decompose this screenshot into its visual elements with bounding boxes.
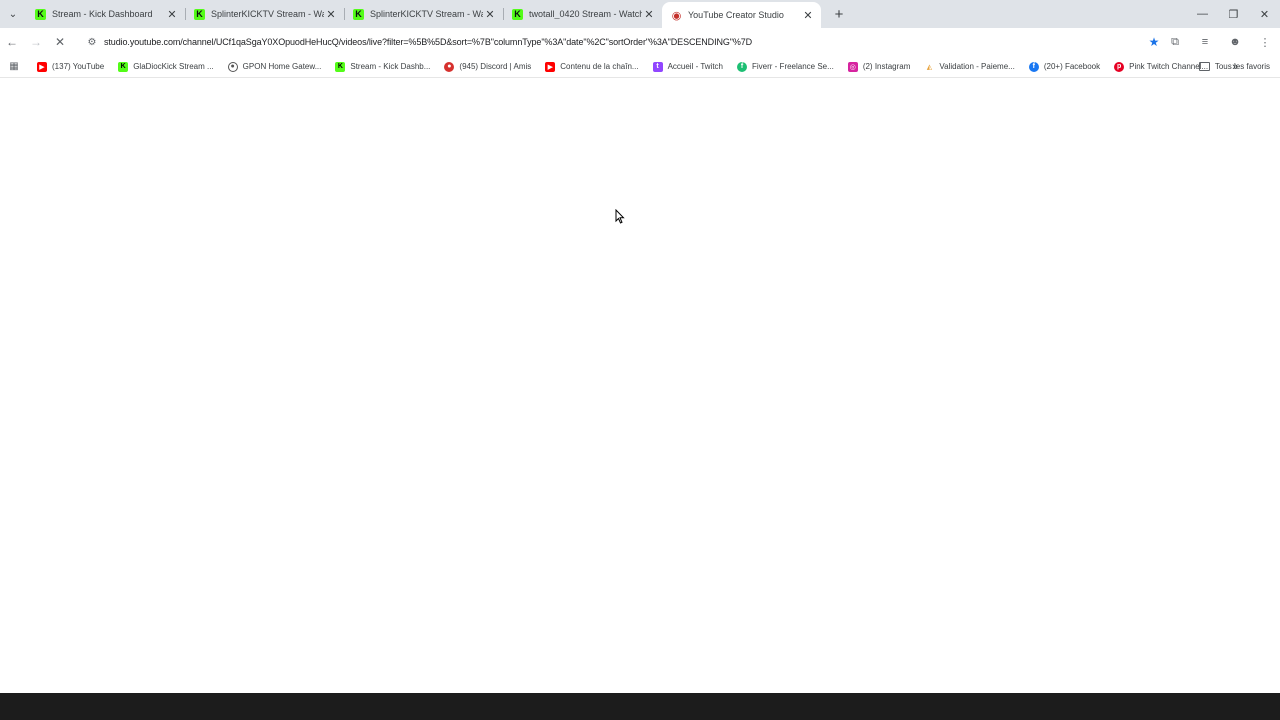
twitch-icon: t	[652, 61, 663, 72]
bookmark-fiverr[interactable]: f Fiverr - Freelance Se...	[728, 61, 839, 72]
bookmark-label: GlaDiocKick Stream ...	[133, 62, 214, 71]
close-icon[interactable]: ✕	[801, 9, 815, 22]
tab-title: SplinterKICKTV Stream - Watch	[211, 9, 324, 19]
globe-icon: ●	[227, 61, 238, 72]
tab-splinterkicktv-1[interactable]: K SplinterKICKTV Stream - Watch ✕	[185, 0, 344, 28]
profile-icon[interactable]: ☻	[1220, 36, 1250, 48]
bookmark-label: Pink Twitch Channel...	[1129, 62, 1209, 71]
page-content-loading	[0, 79, 1280, 693]
discord-icon: ●	[444, 61, 455, 72]
bookmark-label: Validation - Paieme...	[939, 62, 1015, 71]
bookmark-instagram[interactable]: ◎ (2) Instagram	[839, 61, 916, 72]
extensions-icon[interactable]: ⧉	[1160, 36, 1190, 49]
kick-icon: K	[512, 8, 523, 20]
bookmark-twitch[interactable]: t Accueil - Twitch	[644, 61, 728, 72]
apps-icon[interactable]: ▦	[0, 61, 28, 72]
bookmark-label: Fiverr - Freelance Se...	[752, 62, 834, 71]
bookmarks-bar: ▦ ▶ (137) YouTube K GlaDiocKick Stream .…	[0, 56, 1280, 78]
tab-twotall[interactable]: K twotall_0420 Stream - Watch Li ✕	[503, 0, 662, 28]
fiverr-icon: f	[737, 61, 747, 72]
tab-title: Stream - Kick Dashboard	[52, 9, 153, 19]
kick-icon: K	[353, 8, 364, 20]
tab-title: twotall_0420 Stream - Watch Li	[529, 9, 642, 19]
folder-icon	[1198, 62, 1210, 71]
validation-icon: ◭	[924, 61, 935, 72]
site-info-icon[interactable]: ⚙	[80, 37, 104, 48]
close-icon[interactable]: ✕	[324, 8, 338, 21]
mouse-cursor-icon	[615, 209, 625, 224]
bookmark-discord[interactable]: ● (945) Discord | Amis	[435, 61, 536, 72]
bookmark-label: (20+) Facebook	[1043, 62, 1101, 71]
restore-icon[interactable]: ❐	[1218, 0, 1249, 28]
tab-kick-dashboard[interactable]: K Stream - Kick Dashboard ✕	[26, 0, 185, 28]
tab-title: YouTube Creator Studio	[688, 10, 784, 20]
window-controls: — ❐ ✕	[1187, 0, 1280, 28]
bookmark-pink-twitch[interactable]: p Pink Twitch Channel...	[1105, 61, 1213, 72]
close-icon[interactable]: ✕	[483, 8, 497, 21]
bookmark-kick-dashboard[interactable]: K Stream - Kick Dashb...	[326, 61, 435, 72]
minimize-icon[interactable]: —	[1187, 0, 1218, 28]
bookmark-label: (137) YouTube	[52, 62, 105, 71]
kick-icon: K	[118, 61, 129, 72]
close-window-icon[interactable]: ✕	[1249, 0, 1280, 28]
youtube-icon: ▶	[545, 61, 556, 72]
bookmark-youtube[interactable]: ▶ (137) YouTube	[28, 61, 109, 72]
kick-icon: K	[194, 8, 205, 20]
new-tab-button[interactable]: +	[827, 6, 851, 23]
tab-search-button[interactable]: ⌄	[0, 0, 26, 28]
bookmark-contenu-chaine[interactable]: ▶ Contenu de la chaîn...	[536, 61, 643, 72]
pinterest-icon: p	[1114, 61, 1125, 72]
tab-strip: ⌄ K Stream - Kick Dashboard ✕ K Splinter…	[0, 0, 1280, 28]
address-bar[interactable]: ⚙ studio.youtube.com/channel/UCf1qaSgaY0…	[80, 30, 1166, 54]
bookmark-label: GPON Home Gatew...	[242, 62, 322, 71]
chevron-down-icon: ⌄	[8, 8, 18, 20]
close-icon[interactable]: ✕	[165, 8, 179, 21]
toolbar-right: ⧉ ≡ ☻ ⋮	[1160, 28, 1280, 56]
youtube-studio-icon: ◉	[671, 9, 682, 22]
taskbar	[0, 693, 1280, 720]
browser-toolbar: ← → ✕ ⚙ studio.youtube.com/channel/UCf1q…	[0, 28, 1280, 56]
stop-loading-button[interactable]: ✕	[48, 30, 72, 54]
address-url[interactable]: studio.youtube.com/channel/UCf1qaSgaY0XO…	[104, 37, 1142, 47]
youtube-icon: ▶	[37, 61, 47, 72]
bookmark-validation[interactable]: ◭ Validation - Paieme...	[915, 61, 1019, 72]
menu-icon[interactable]: ⋮	[1250, 36, 1280, 49]
kick-icon: K	[35, 8, 46, 20]
bookmark-gpon[interactable]: ● GPON Home Gatew...	[219, 61, 327, 72]
kick-icon: K	[335, 61, 346, 72]
facebook-icon: f	[1028, 61, 1039, 72]
bookmark-facebook[interactable]: f (20+) Facebook	[1020, 61, 1105, 72]
tab-title: SplinterKICKTV Stream - Watch	[370, 9, 483, 19]
bookmark-label: Contenu de la chaîn...	[560, 62, 639, 71]
all-bookmarks-label: Tous les favoris	[1214, 62, 1270, 71]
bookmark-label: (945) Discord | Amis	[459, 62, 532, 71]
all-bookmarks-button[interactable]: Tous les favoris	[1198, 62, 1270, 71]
bookmark-gladio-kick[interactable]: K GlaDiocKick Stream ...	[109, 61, 218, 72]
bookmark-label: Stream - Kick Dashb...	[350, 62, 431, 71]
bookmark-label: (2) Instagram	[862, 62, 911, 71]
tab-youtube-studio[interactable]: ◉ YouTube Creator Studio ✕	[662, 2, 821, 28]
forward-button[interactable]: →	[24, 30, 48, 54]
tab-splinterkicktv-2[interactable]: K SplinterKICKTV Stream - Watch ✕	[344, 0, 503, 28]
media-controls-icon[interactable]: ≡	[1190, 36, 1220, 48]
bookmark-label: Accueil - Twitch	[667, 62, 723, 71]
close-icon[interactable]: ✕	[642, 8, 656, 21]
back-button[interactable]: ←	[0, 30, 24, 54]
instagram-icon: ◎	[847, 61, 858, 72]
